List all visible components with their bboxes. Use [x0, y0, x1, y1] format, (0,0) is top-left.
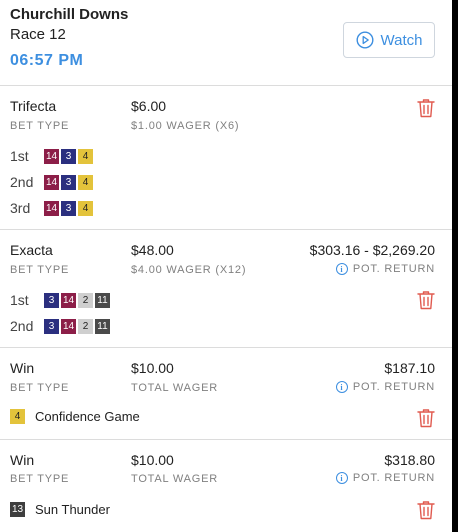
saddle-cloth: 14: [61, 292, 76, 308]
saddle-cloth: 14: [44, 148, 59, 164]
potential-return-label[interactable]: i POT. RETURN: [335, 381, 435, 393]
bet-type-name: Exacta: [10, 242, 53, 258]
saddle-cloth-group: 14 3 4: [44, 200, 93, 216]
saddle-cloth: 4: [78, 148, 93, 164]
watch-button[interactable]: Watch: [343, 22, 435, 58]
saddle-cloth-group: 14 3 4: [44, 148, 93, 164]
position-label: 1st: [10, 148, 29, 164]
position-row: 2nd 14 3 4: [10, 174, 93, 190]
bet-type-label: BET TYPE: [10, 382, 70, 394]
wager-detail: $4.00 WAGER (X12): [131, 264, 247, 276]
saddle-cloth: 2: [78, 292, 93, 308]
bet-amount: $10.00: [131, 452, 174, 468]
wager-detail: $1.00 WAGER (X6): [131, 120, 240, 132]
trash-icon: [417, 291, 435, 310]
saddle-cloth-group: 14 3 4: [44, 174, 93, 190]
position-row: 1st 14 3 4: [10, 148, 93, 164]
runner-name: Confidence Game: [35, 409, 140, 424]
bet-amount: $10.00: [131, 360, 174, 376]
position-label: 2nd: [10, 174, 34, 190]
position-row: 3rd 14 3 4: [10, 200, 93, 216]
saddle-cloth: 3: [61, 148, 76, 164]
info-icon: i: [335, 263, 348, 275]
play-circle-icon: [356, 31, 374, 49]
potential-return-label[interactable]: i POT. RETURN: [335, 263, 435, 275]
saddle-cloth: 3: [61, 200, 76, 216]
trash-icon: [417, 409, 435, 428]
potential-return-value: $303.16 - $2,269.20: [309, 242, 435, 258]
position-label: 2nd: [10, 318, 34, 334]
bet-card-win: Win BET TYPE $10.00 TOTAL WAGER $318.80 …: [0, 440, 452, 532]
delete-bet-button[interactable]: [417, 290, 435, 310]
watch-label: Watch: [380, 31, 423, 49]
saddle-cloth: 11: [95, 318, 110, 334]
bet-type-name: Trifecta: [10, 98, 57, 114]
position-row: 2nd 3 14 2 11: [10, 318, 110, 334]
bet-type-name: Win: [10, 452, 35, 468]
delete-bet-button[interactable]: [417, 408, 435, 428]
bet-slip-screen: Churchill Downs Race 12 06:57 PM Watch T…: [0, 0, 452, 532]
delete-bet-button[interactable]: [417, 98, 435, 118]
trash-icon: [417, 501, 435, 520]
potential-return-value: $318.80: [384, 452, 435, 468]
position-label: 3rd: [10, 200, 31, 216]
saddle-cloth: 4: [78, 200, 93, 216]
runner-name: Sun Thunder: [35, 502, 110, 517]
saddle-cloth: 14: [44, 174, 59, 190]
potential-return-label[interactable]: i POT. RETURN: [335, 472, 435, 484]
delete-bet-button[interactable]: [417, 500, 435, 520]
post-time: 06:57 PM: [10, 52, 84, 69]
bet-card-win: Win BET TYPE $10.00 TOTAL WAGER $187.10 …: [0, 348, 452, 440]
saddle-cloth-group: 3 14 2 11: [44, 318, 110, 334]
wager-detail: TOTAL WAGER: [131, 473, 219, 485]
saddle-cloth: 2: [78, 318, 93, 334]
wager-detail: TOTAL WAGER: [131, 382, 219, 394]
position-label: 1st: [10, 292, 29, 308]
bet-type-name: Win: [10, 360, 35, 376]
potential-return-text: POT. RETURN: [352, 263, 435, 275]
bet-amount: $6.00: [131, 98, 167, 114]
info-icon: i: [335, 472, 348, 484]
info-icon: i: [335, 381, 348, 393]
bet-type-label: BET TYPE: [10, 120, 70, 132]
saddle-cloth: 14: [44, 200, 59, 216]
bet-card-exacta: Exacta BET TYPE $48.00 $4.00 WAGER (X12)…: [0, 230, 452, 348]
saddle-cloth: 3: [44, 292, 59, 308]
potential-return-text: POT. RETURN: [352, 472, 435, 484]
bet-type-label: BET TYPE: [10, 473, 70, 485]
screen-edge: [452, 0, 458, 532]
saddle-cloth: 14: [61, 318, 76, 334]
saddle-cloth: 3: [61, 174, 76, 190]
saddle-cloth: 11: [95, 292, 110, 308]
bet-card-trifecta: Trifecta BET TYPE $6.00 $1.00 WAGER (X6)…: [0, 86, 452, 230]
potential-return-text: POT. RETURN: [352, 381, 435, 393]
runner-selection: 13 Sun Thunder: [10, 502, 110, 517]
race-number: Race 12: [10, 26, 66, 43]
potential-return-value: $187.10: [384, 360, 435, 376]
position-row: 1st 3 14 2 11: [10, 292, 110, 308]
saddle-cloth: 4: [78, 174, 93, 190]
saddle-cloth: 3: [44, 318, 59, 334]
trash-icon: [417, 99, 435, 118]
bet-amount: $48.00: [131, 242, 174, 258]
track-name: Churchill Downs: [10, 6, 129, 23]
bet-type-label: BET TYPE: [10, 264, 70, 276]
runner-selection: 4 Confidence Game: [10, 409, 140, 424]
saddle-cloth-group: 3 14 2 11: [44, 292, 110, 308]
race-header: Churchill Downs Race 12 06:57 PM Watch: [0, 0, 452, 86]
saddle-cloth: 13: [10, 502, 25, 517]
saddle-cloth: 4: [10, 409, 25, 424]
